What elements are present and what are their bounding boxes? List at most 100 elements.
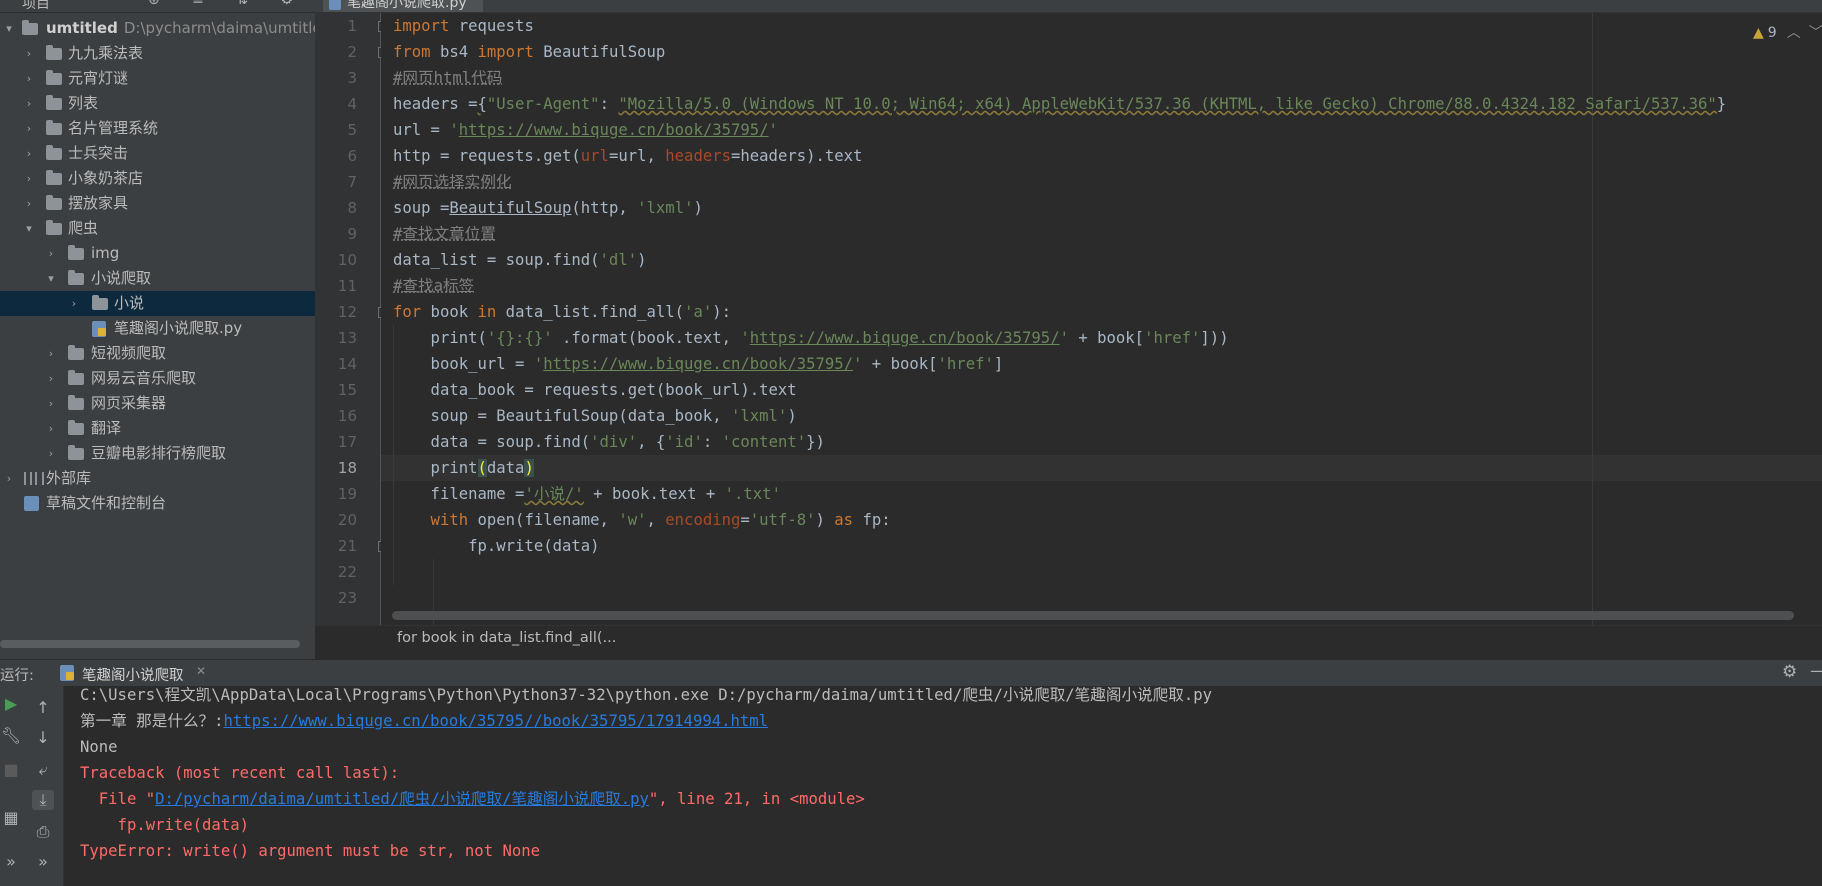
folder-icon: [68, 270, 84, 285]
run-tab-label: 笔趣阁小说爬取: [82, 668, 184, 684]
code-line-21: fp.write(data): [393, 537, 600, 555]
console-line-output: 第一章 那是什么？:https://www.biquge.cn/book/357…: [80, 712, 769, 730]
line-number: 17: [337, 433, 357, 451]
code-line-8: soup =BeautifulSoup(http, 'lxml'): [393, 199, 703, 217]
more-icon[interactable]: »: [32, 852, 54, 871]
chevron-right-icon[interactable]: ›: [2, 466, 16, 491]
run-tab[interactable]: 笔趣阁小说爬取 ✕: [56, 660, 216, 686]
line-number-current: 18: [337, 459, 357, 477]
console-file-link[interactable]: D:/pycharm/daima/umtitled/爬虫/小说爬取/笔趣阁小说爬…: [155, 790, 649, 808]
console-link[interactable]: https://www.biquge.cn/book/35795//book/3…: [224, 712, 769, 730]
chevron-right-icon[interactable]: ›: [22, 166, 36, 191]
tree-item-external-libs[interactable]: › 外部库: [0, 466, 315, 491]
wrench-icon[interactable]: 🔧︎: [0, 726, 22, 745]
tree-item-pachong[interactable]: ▾ 爬虫: [0, 216, 315, 241]
arrow-up-icon[interactable]: ↑: [32, 698, 54, 717]
close-icon[interactable]: ✕: [196, 664, 206, 678]
chevron-right-icon[interactable]: ›: [22, 191, 36, 216]
tree-item-label: 网页采集器: [91, 394, 167, 412]
arrow-down-icon[interactable]: ↓: [32, 728, 54, 747]
tree-item-naicha[interactable]: › 小象奶茶店: [0, 166, 315, 191]
code-line-16: soup = BeautifulSoup(data_book, 'lxml'): [393, 407, 797, 425]
inspection-widget[interactable]: ▲9 ︿﹀: [1753, 22, 1822, 42]
tree-item-jiaju[interactable]: › 摆放家具: [0, 191, 315, 216]
chevron-down-icon[interactable]: ▾: [44, 266, 58, 291]
tree-item-douban[interactable]: › 豆瓣电影排行榜爬取: [0, 441, 315, 466]
editor-tab-biquge[interactable]: 笔趣阁小说爬取.py: [323, 0, 483, 12]
code-line-1: import requests: [393, 17, 534, 35]
tree-item-img[interactable]: › img: [0, 241, 315, 266]
tree-item-scratches[interactable]: 草稿文件和控制台: [0, 491, 315, 516]
project-toolbar-icons[interactable]: ⊕ ≡ ⇅ ⚙ —: [148, 0, 315, 12]
folder-icon: [68, 345, 84, 360]
line-number: 11: [337, 277, 357, 295]
print-icon[interactable]: ⎙: [32, 822, 54, 842]
console-line-none: None: [80, 738, 118, 756]
stop-icon[interactable]: ■: [0, 760, 22, 779]
layout-icon[interactable]: ▦: [0, 808, 22, 827]
chevron-down-icon[interactable]: ▾: [22, 216, 36, 241]
chevron-right-icon[interactable]: ›: [22, 141, 36, 166]
tree-item-wangyiyun[interactable]: › 网易云音乐爬取: [0, 366, 315, 391]
chevron-right-icon[interactable]: ›: [44, 391, 58, 416]
chevron-right-icon[interactable]: ›: [44, 366, 58, 391]
line-number-gutter: 1 2 3 4 5 6 7 8 9 10 11 12 13 14 15 16 1…: [315, 13, 389, 625]
tree-item-label: 豆瓣电影排行榜爬取: [91, 444, 227, 462]
code-line-18: print(data): [393, 459, 534, 477]
run-console[interactable]: C:\Users\程文凯\AppData\Local\Programs\Pyth…: [64, 686, 1822, 886]
project-header: 项目 ⊕ ≡ ⇅ ⚙ —: [0, 0, 315, 13]
soft-wrap-icon[interactable]: ⤶: [32, 760, 54, 780]
line-number: 7: [347, 173, 357, 191]
tree-item-jiujiu[interactable]: › 九九乘法表: [0, 41, 315, 66]
tree-item-duanshipin[interactable]: › 短视频爬取: [0, 341, 315, 366]
tree-item-shibing[interactable]: › 士兵突击: [0, 141, 315, 166]
tree-item-fanyi[interactable]: › 翻译: [0, 416, 315, 441]
line-number: 4: [347, 95, 357, 113]
chevron-right-icon[interactable]: ›: [22, 66, 36, 91]
play-icon[interactable]: ▶: [0, 694, 22, 713]
tree-item-label: 短视频爬取: [91, 344, 167, 362]
folder-icon: [68, 370, 84, 385]
chevron-right-icon[interactable]: ›: [22, 41, 36, 66]
chevron-right-icon[interactable]: ›: [44, 341, 58, 366]
project-horizontal-scrollbar[interactable]: [0, 640, 300, 648]
chevron-right-icon[interactable]: ›: [22, 91, 36, 116]
line-number: 10: [337, 251, 357, 269]
tree-item-xiaoshuopaqu[interactable]: ▾ 小说爬取: [0, 266, 315, 291]
more-icon[interactable]: »: [0, 852, 22, 871]
chevron-right-icon[interactable]: ›: [44, 441, 58, 466]
tree-item-label: 九九乘法表: [68, 44, 144, 62]
tree-root-umtitled[interactable]: ▾ umtitled D:\pycharm\daima\umtitled: [0, 16, 315, 41]
code-line-10: data_list = soup.find('dl'): [393, 251, 647, 269]
minimize-icon[interactable]: —: [1810, 661, 1822, 681]
tree-item-label: 小象奶茶店: [68, 169, 144, 187]
code-editor[interactable]: import requests from bs4 import Beautifu…: [381, 13, 1822, 625]
breadcrumb: for book in data_list.find_all(...: [315, 625, 1822, 653]
breadcrumb-item[interactable]: for book in data_list.find_all(...: [397, 630, 616, 646]
chevron-right-icon[interactable]: ›: [22, 116, 36, 141]
project-header-label[interactable]: 项目: [22, 0, 50, 12]
scroll-to-end-icon[interactable]: ⤓: [32, 790, 54, 810]
tree-item-label: 士兵突击: [68, 144, 129, 162]
tree-item-biquge-file[interactable]: 笔趣阁小说爬取.py: [0, 316, 315, 341]
chevron-right-icon[interactable]: ›: [67, 291, 81, 316]
chevron-right-icon[interactable]: ›: [44, 241, 58, 266]
tree-item-mingpian[interactable]: › 名片管理系统: [0, 116, 315, 141]
line-number: 16: [337, 407, 357, 425]
gear-icon[interactable]: ⚙: [1782, 662, 1797, 682]
nav-arrows-icon[interactable]: ︿﹀: [1787, 25, 1822, 41]
chevron-down-icon[interactable]: ▾: [2, 16, 16, 41]
tree-item-label: 笔趣阁小说爬取.py: [114, 319, 243, 337]
run-panel-header: 运行: 笔趣阁小说爬取 ✕ ⚙ —: [0, 659, 1822, 687]
tree-item-yuanxiao[interactable]: › 元宵灯谜: [0, 66, 315, 91]
folder-icon: [92, 295, 108, 310]
code-line-13: print('{}:{}' .format(book.text, 'https:…: [393, 329, 1229, 347]
tree-item-xiaoshuo[interactable]: › 小说: [0, 291, 315, 316]
editor-horizontal-scrollbar[interactable]: [392, 611, 1794, 620]
chevron-right-icon[interactable]: ›: [44, 416, 58, 441]
tree-item-label: 外部库: [46, 469, 92, 487]
tree-item-caijiqi[interactable]: › 网页采集器: [0, 391, 315, 416]
folder-icon: [46, 220, 62, 235]
folder-icon: [68, 245, 84, 260]
tree-item-liebiao[interactable]: › 列表: [0, 91, 315, 116]
